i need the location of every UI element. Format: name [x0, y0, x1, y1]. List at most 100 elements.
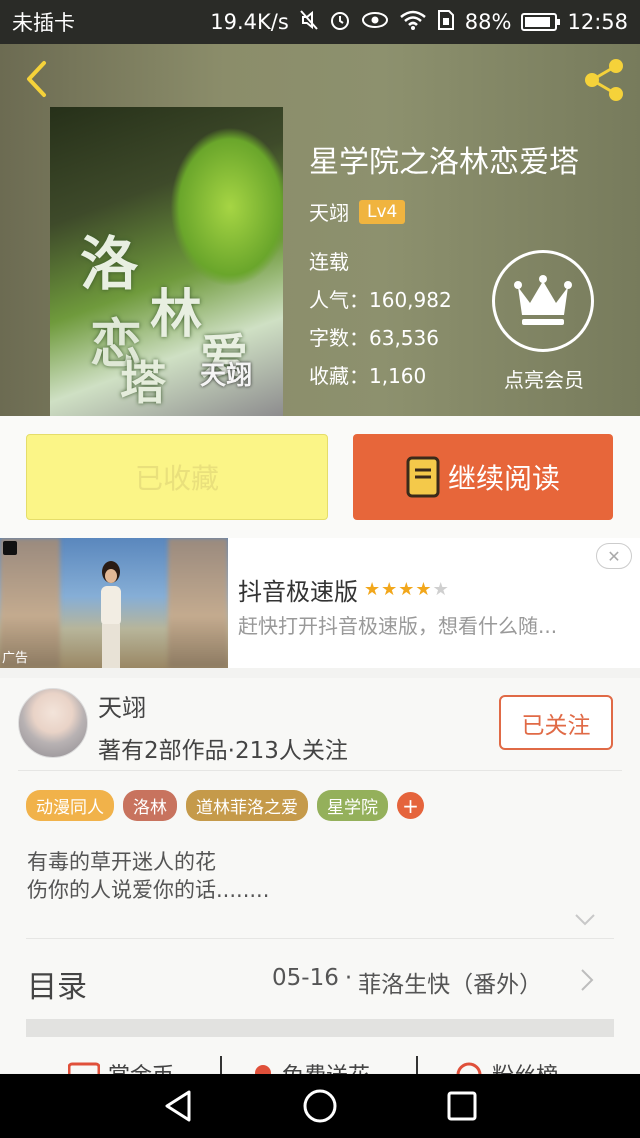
author-avatar[interactable]	[18, 688, 88, 758]
author-line: 天翊 Lv4	[309, 197, 406, 226]
close-icon: ✕	[607, 546, 621, 566]
serial-status: 连载	[309, 250, 349, 274]
nav-back-button[interactable]	[158, 1086, 198, 1126]
author-stats: 著有2部作品·213人关注	[98, 738, 348, 764]
ad-image[interactable]: 广告	[0, 538, 228, 668]
expand-intro-button[interactable]	[574, 912, 596, 931]
home-circle-icon	[303, 1089, 337, 1123]
intro-line: 有毒的草开迷人的花	[27, 850, 216, 874]
divider	[26, 938, 614, 939]
tag[interactable]: 洛林	[123, 790, 177, 821]
cover-art	[170, 127, 283, 287]
tag[interactable]: 道林菲洛之爱	[186, 790, 308, 821]
favorites-label: 收藏：	[309, 364, 369, 388]
ad-title[interactable]: 抖音极速版 ★★★★★	[238, 572, 450, 607]
author-name[interactable]: 天翊	[309, 197, 349, 226]
book-intro[interactable]: 有毒的草开迷人的花 伤你的人说爱你的话........	[27, 848, 269, 904]
tag-list: 动漫同人 洛林 道林菲洛之爱 星学院 +	[26, 790, 424, 821]
triangle-back-icon	[165, 1090, 191, 1122]
vip-label[interactable]: 点亮会员	[494, 364, 594, 393]
vip-button[interactable]	[492, 250, 594, 352]
level-badge: Lv4	[359, 199, 406, 224]
popularity-value: 160,982	[369, 288, 452, 312]
words-stat: 字数：63,536	[309, 322, 439, 351]
tag[interactable]: 动漫同人	[26, 790, 114, 821]
reward-coin-label: 赏金币	[108, 1058, 174, 1074]
popularity-stat: 人气：160,982	[309, 284, 452, 313]
clock: 12:58	[567, 10, 628, 34]
favorited-button[interactable]: 已收藏	[26, 434, 328, 520]
send-flower-button[interactable]: 免费送花	[252, 1058, 370, 1074]
star-icon: ★	[415, 579, 433, 600]
system-nav-bar	[0, 1074, 640, 1138]
star-icon: ★	[398, 579, 416, 600]
divider	[18, 770, 622, 771]
follow-button[interactable]: 已关注	[499, 695, 613, 750]
battery-icon	[521, 13, 561, 31]
plus-icon: +	[402, 793, 419, 818]
words-value: 63,536	[369, 326, 439, 350]
share-icon	[585, 59, 623, 101]
tiktok-icon	[3, 541, 17, 555]
action-bar: 已收藏 继续阅读	[0, 416, 640, 538]
alarm-icon	[329, 9, 351, 36]
star-icon: ★	[364, 579, 382, 600]
network-speed: 19.4K/s	[210, 10, 289, 34]
chevron-right-icon	[581, 969, 594, 991]
popularity-label: 人气：	[309, 288, 369, 312]
words-label: 字数：	[309, 326, 369, 350]
cover-title-char: 塔	[120, 356, 166, 410]
rating-stars: ★★★★★	[364, 579, 450, 600]
latest-date: 05-16	[272, 965, 339, 991]
mute-icon	[299, 9, 319, 36]
favorites-stat: 收藏：1,160	[309, 360, 426, 389]
square-recents-icon	[447, 1091, 477, 1121]
section-divider	[26, 1019, 614, 1037]
coin-icon	[68, 1062, 100, 1074]
crown-icon	[514, 275, 572, 325]
cover-author: 天翊	[200, 361, 253, 391]
status-bar: 未插卡 19.4K/s 88% 12:58	[0, 0, 640, 44]
cover-title-char: 林	[150, 284, 203, 345]
toc-latest-chapter[interactable]: 05-16 · 菲洛生快（番外）	[272, 965, 542, 999]
cover-title-char: 洛	[80, 230, 139, 298]
battery-percent: 88%	[464, 10, 512, 34]
chevron-left-icon	[27, 61, 46, 97]
nav-home-button[interactable]	[300, 1086, 340, 1126]
book-icon	[406, 456, 440, 498]
sim-icon	[437, 9, 455, 36]
ad-close-button[interactable]: ✕	[596, 543, 632, 569]
share-button[interactable]	[580, 56, 628, 104]
star-icon: ★	[381, 579, 399, 600]
fan-ranking-label: 粉丝榜	[492, 1058, 558, 1074]
send-flower-label: 免费送花	[282, 1058, 370, 1074]
ranking-icon	[456, 1062, 482, 1074]
eye-icon	[361, 10, 389, 35]
ad-badge: 广告	[2, 651, 29, 666]
tag[interactable]: 星学院	[317, 790, 388, 821]
back-button[interactable]	[18, 58, 54, 100]
ad-app-name: 抖音极速版	[238, 578, 358, 606]
chevron-down-icon	[575, 914, 595, 926]
latest-title: 菲洛生快（番外）	[358, 972, 543, 998]
latest-separator: ·	[344, 965, 353, 991]
wifi-icon	[399, 9, 427, 36]
star-icon: ★	[432, 579, 450, 600]
book-cover[interactable]: 洛 林 恋 爱 塔 天翊	[50, 107, 283, 416]
carrier-text: 未插卡	[12, 11, 75, 35]
book-header: 洛 林 恋 爱 塔 天翊 星学院之洛林恋爱塔 天翊 Lv4 连载 人气：160,…	[0, 44, 640, 416]
continue-reading-button[interactable]: 继续阅读	[353, 434, 613, 520]
add-tag-button[interactable]: +	[397, 792, 424, 819]
toc-label[interactable]: 目录	[27, 962, 87, 1006]
bottom-actions: 赏金币 免费送花 粉丝榜	[0, 1052, 640, 1074]
nav-recents-button[interactable]	[442, 1086, 482, 1126]
reward-coin-button[interactable]: 赏金币	[68, 1058, 174, 1074]
toc-arrow[interactable]	[580, 968, 594, 996]
ad-description[interactable]: 赶快打开抖音极速版，想看什么随...	[238, 610, 557, 639]
favorites-value: 1,160	[369, 364, 427, 388]
author-card-name[interactable]: 天翊	[98, 688, 146, 723]
continue-reading-label: 继续阅读	[447, 462, 560, 495]
intro-line: 伤你的人说爱你的话........	[27, 878, 270, 902]
book-title: 星学院之洛林恋爱塔	[309, 145, 579, 180]
fan-ranking-button[interactable]: 粉丝榜	[454, 1058, 558, 1074]
